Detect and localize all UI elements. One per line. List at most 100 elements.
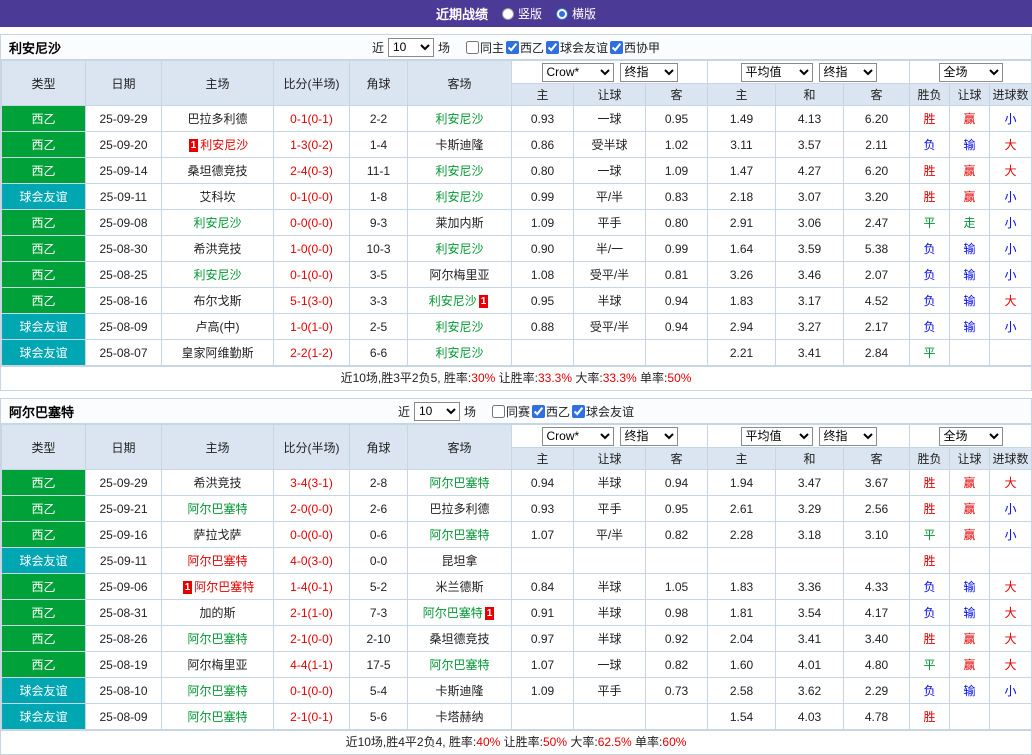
away-team[interactable]: 昆坦拿 xyxy=(407,547,512,574)
filter-checkbox-2[interactable]: 球会友谊 xyxy=(570,403,634,420)
home-team[interactable]: 桑坦德竞技 xyxy=(161,157,274,184)
odds-home: 0.95 xyxy=(511,287,574,314)
match-score[interactable]: 0-1(0-1) xyxy=(273,105,350,132)
odds-type-select[interactable]: 终指 xyxy=(619,426,678,446)
away-team[interactable]: 利安尼沙 xyxy=(407,235,512,262)
filter-checkbox-0[interactable]: 同主 xyxy=(464,39,504,56)
odds-company-select[interactable]: Crow* xyxy=(541,426,614,446)
recent-count-select[interactable]: 10 xyxy=(387,37,434,57)
home-team[interactable]: 利安尼沙 xyxy=(161,261,274,288)
away-team[interactable]: 卡斯迪隆 xyxy=(407,677,512,704)
avg-away: 4.78 xyxy=(843,703,910,730)
match-score[interactable]: 2-2(1-2) xyxy=(273,339,350,366)
match-score[interactable]: 2-1(0-0) xyxy=(273,625,350,652)
match-score[interactable]: 3-4(3-1) xyxy=(273,469,350,496)
avg-draw: 3.57 xyxy=(775,131,844,158)
match-score[interactable]: 0-1(0-0) xyxy=(273,677,350,704)
home-team[interactable]: 卢高(中) xyxy=(161,313,274,340)
home-team[interactable]: 1 阿尔巴塞特 xyxy=(161,573,274,600)
home-team[interactable]: 皇家阿维勤斯 xyxy=(161,339,274,366)
match-score[interactable]: 4-0(3-0) xyxy=(273,547,350,574)
match-score[interactable]: 0-1(0-0) xyxy=(273,261,350,288)
recent-count-select[interactable]: 10 xyxy=(413,401,460,421)
match-score[interactable]: 1-0(1-0) xyxy=(273,313,350,340)
checkbox-input[interactable] xyxy=(610,40,624,54)
checkbox-input[interactable] xyxy=(572,404,586,418)
team-label: 卡斯迪隆 xyxy=(435,684,484,698)
avg-company-select[interactable]: 平均值 xyxy=(740,426,813,446)
match-score[interactable]: 0-0(0-0) xyxy=(273,209,350,236)
home-team[interactable]: 阿尔巴塞特 xyxy=(161,677,274,704)
checkbox-input[interactable] xyxy=(491,404,505,418)
home-team[interactable]: 希洪竞技 xyxy=(161,235,274,262)
home-team[interactable]: 萨拉戈萨 xyxy=(161,521,274,548)
checkbox-input[interactable] xyxy=(506,40,519,54)
column-subheader: 胜负 xyxy=(909,447,950,470)
avg-away: 2.17 xyxy=(843,313,910,340)
avg-company-select[interactable]: 平均值 xyxy=(740,62,813,82)
home-team[interactable]: 阿尔巴塞特 xyxy=(161,625,274,652)
odds-company-select[interactable]: Crow* xyxy=(541,62,614,82)
match-score[interactable]: 1-3(0-2) xyxy=(273,131,350,158)
home-team[interactable]: 阿尔巴塞特 xyxy=(161,495,274,522)
away-team[interactable]: 卡塔赫纳 xyxy=(407,703,512,730)
home-team[interactable]: 希洪竞技 xyxy=(161,469,274,496)
filter-checkbox-3[interactable]: 西协甲 xyxy=(608,39,660,56)
layout-radio-vertical[interactable]: 竖版 xyxy=(501,5,542,22)
match-score[interactable]: 1-0(0-0) xyxy=(273,235,350,262)
away-team[interactable]: 利安尼沙 xyxy=(407,339,512,366)
away-team[interactable]: 利安尼沙 xyxy=(407,183,512,210)
match-score[interactable]: 2-0(0-0) xyxy=(273,495,350,522)
avg-type-select[interactable]: 终指 xyxy=(818,426,877,446)
away-team[interactable]: 巴拉多利德 xyxy=(407,495,512,522)
filter-checkbox-1[interactable]: 西乙 xyxy=(504,39,544,56)
away-team[interactable]: 桑坦德竞技 xyxy=(407,625,512,652)
home-team[interactable]: 巴拉多利德 xyxy=(161,105,274,132)
home-team[interactable]: 1 利安尼沙 xyxy=(161,131,274,158)
home-team[interactable]: 利安尼沙 xyxy=(161,209,274,236)
match-score[interactable]: 2-1(0-1) xyxy=(273,703,350,730)
match-score[interactable]: 0-0(0-0) xyxy=(273,521,350,548)
away-team[interactable]: 利安尼沙 xyxy=(407,313,512,340)
away-team[interactable]: 卡斯迪隆 xyxy=(407,131,512,158)
filter-checkbox-2[interactable]: 球会友谊 xyxy=(544,39,608,56)
match-score[interactable]: 2-1(1-0) xyxy=(273,599,350,626)
away-team[interactable]: 阿尔梅里亚 xyxy=(407,261,512,288)
odds-handicap: 一球 xyxy=(573,651,646,678)
scope-select[interactable]: 全场 xyxy=(938,62,1003,82)
home-team[interactable]: 加的斯 xyxy=(161,599,274,626)
away-team[interactable]: 阿尔巴塞特 1 xyxy=(407,599,512,626)
checkbox-input[interactable] xyxy=(465,40,479,54)
home-team[interactable]: 阿尔巴塞特 xyxy=(161,547,274,574)
match-date: 25-08-07 xyxy=(85,339,162,366)
away-team[interactable]: 阿尔巴塞特 xyxy=(407,521,512,548)
home-team[interactable]: 布尔戈斯 xyxy=(161,287,274,314)
match-score[interactable]: 4-4(1-1) xyxy=(273,651,350,678)
scope-select[interactable]: 全场 xyxy=(938,426,1003,446)
home-team[interactable]: 阿尔巴塞特 xyxy=(161,703,274,730)
result-outcome: 负 xyxy=(909,313,950,340)
avg-type-select[interactable]: 终指 xyxy=(818,62,877,82)
away-team[interactable]: 阿尔巴塞特 xyxy=(407,469,512,496)
away-team[interactable]: 莱加内斯 xyxy=(407,209,512,236)
home-team[interactable]: 阿尔梅里亚 xyxy=(161,651,274,678)
away-team[interactable]: 利安尼沙 1 xyxy=(407,287,512,314)
match-score[interactable]: 5-1(3-0) xyxy=(273,287,350,314)
match-score[interactable]: 0-1(0-0) xyxy=(273,183,350,210)
match-score[interactable]: 1-4(0-1) xyxy=(273,573,350,600)
avg-draw: 3.17 xyxy=(775,287,844,314)
away-team[interactable]: 利安尼沙 xyxy=(407,105,512,132)
filter-checkbox-1[interactable]: 西乙 xyxy=(530,403,570,420)
league-type-badge: 西乙 xyxy=(1,131,86,158)
checkbox-input[interactable] xyxy=(546,40,560,54)
away-team[interactable]: 米兰德斯 xyxy=(407,573,512,600)
layout-radio-horizontal[interactable]: 横版 xyxy=(556,5,596,22)
result-outcome: 胜 xyxy=(909,469,950,496)
away-team[interactable]: 阿尔巴塞特 xyxy=(407,651,512,678)
away-team[interactable]: 利安尼沙 xyxy=(407,157,512,184)
match-score[interactable]: 2-4(0-3) xyxy=(273,157,350,184)
filter-checkbox-0[interactable]: 同赛 xyxy=(490,403,530,420)
checkbox-input[interactable] xyxy=(532,404,545,418)
home-team[interactable]: 艾科坎 xyxy=(161,183,274,210)
odds-type-select[interactable]: 终指 xyxy=(619,62,678,82)
